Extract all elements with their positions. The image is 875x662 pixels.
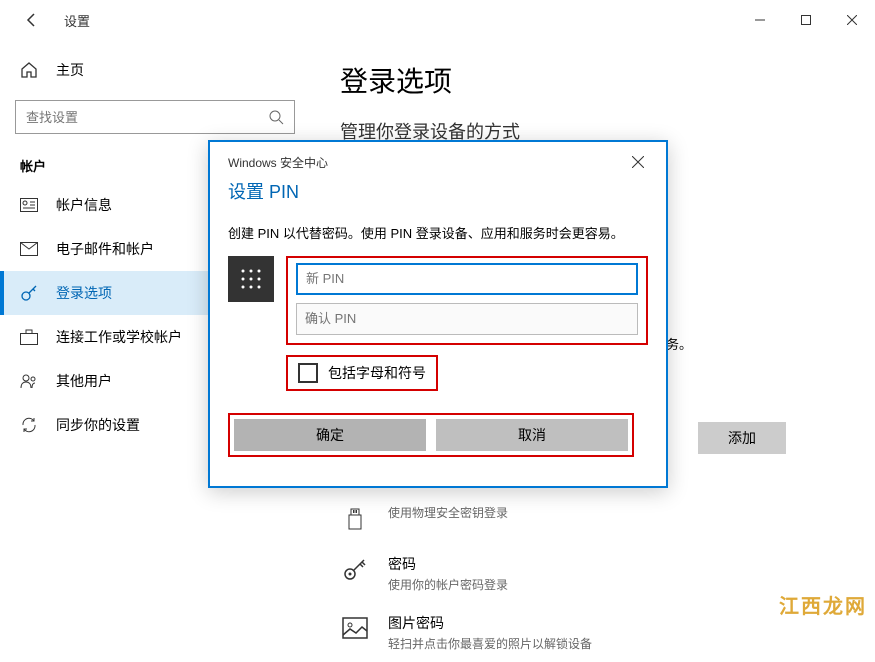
option-password[interactable]: 密码 使用你的帐户密码登录: [340, 544, 845, 603]
dialog-close-button[interactable]: [628, 152, 648, 172]
confirm-pin-input[interactable]: [296, 303, 638, 335]
back-button[interactable]: [20, 8, 44, 32]
window-title: 设置: [64, 11, 90, 30]
briefcase-icon: [20, 328, 38, 346]
option-security-key[interactable]: 使用物理安全密钥登录: [340, 494, 845, 544]
new-pin-input[interactable]: [296, 263, 638, 295]
option-title: 密码: [388, 554, 508, 574]
sidebar-item-label: 其他用户: [56, 371, 112, 391]
ok-button[interactable]: 确定: [234, 419, 426, 451]
sidebar-item-label: 登录选项: [56, 283, 112, 303]
buttons-highlight: 确定 取消: [228, 413, 634, 457]
search-box[interactable]: [15, 100, 295, 134]
dialog-header-title: Windows 安全中心: [228, 154, 328, 171]
sync-icon: [20, 416, 38, 434]
id-card-icon: [20, 196, 38, 214]
key-icon: [20, 284, 38, 302]
cancel-button[interactable]: 取消: [436, 419, 628, 451]
dialog-title: 设置 PIN: [228, 178, 648, 204]
option-desc: 轻扫并点击你最喜爱的照片以解锁设备: [388, 635, 592, 652]
add-button[interactable]: 添加: [698, 422, 786, 454]
maximize-button[interactable]: [783, 4, 829, 36]
usb-key-icon: [340, 504, 370, 534]
minimize-button[interactable]: [737, 4, 783, 36]
users-icon: [20, 372, 38, 390]
option-desc: 使用物理安全密钥登录: [388, 504, 508, 521]
include-letters-checkbox[interactable]: [298, 363, 318, 383]
checkbox-label: 包括字母和符号: [328, 363, 426, 383]
sidebar-item-label: 帐户信息: [56, 195, 112, 215]
option-picture-password[interactable]: 图片密码 轻扫并点击你最喜爱的照片以解锁设备: [340, 603, 845, 662]
page-title: 登录选项: [340, 60, 845, 100]
option-desc: 使用你的帐户密码登录: [388, 576, 508, 593]
watermark: 江西龙网: [779, 590, 867, 619]
titlebar: 设置: [0, 0, 875, 40]
key-icon: [340, 554, 370, 584]
home-icon: [20, 61, 38, 79]
home-label: 主页: [56, 60, 84, 80]
home-nav[interactable]: 主页: [15, 50, 295, 90]
search-input[interactable]: [26, 110, 268, 125]
picture-icon: [340, 613, 370, 643]
close-button[interactable]: [829, 4, 875, 36]
option-title: 图片密码: [388, 613, 592, 633]
dialog-description: 创建 PIN 以代替密码。使用 PIN 登录设备、应用和服务时会更容易。: [228, 224, 648, 244]
mail-icon: [20, 240, 38, 258]
search-icon: [268, 109, 284, 125]
keypad-icon: [228, 256, 274, 302]
sidebar-item-label: 同步你的设置: [56, 415, 140, 435]
sidebar-item-label: 连接工作或学校帐户: [56, 327, 182, 347]
pin-fields-highlight: [286, 256, 648, 345]
sidebar-item-label: 电子邮件和帐户: [56, 239, 154, 259]
checkbox-highlight: 包括字母和符号: [286, 355, 438, 391]
pin-dialog: Windows 安全中心 设置 PIN 创建 PIN 以代替密码。使用 PIN …: [208, 140, 668, 488]
